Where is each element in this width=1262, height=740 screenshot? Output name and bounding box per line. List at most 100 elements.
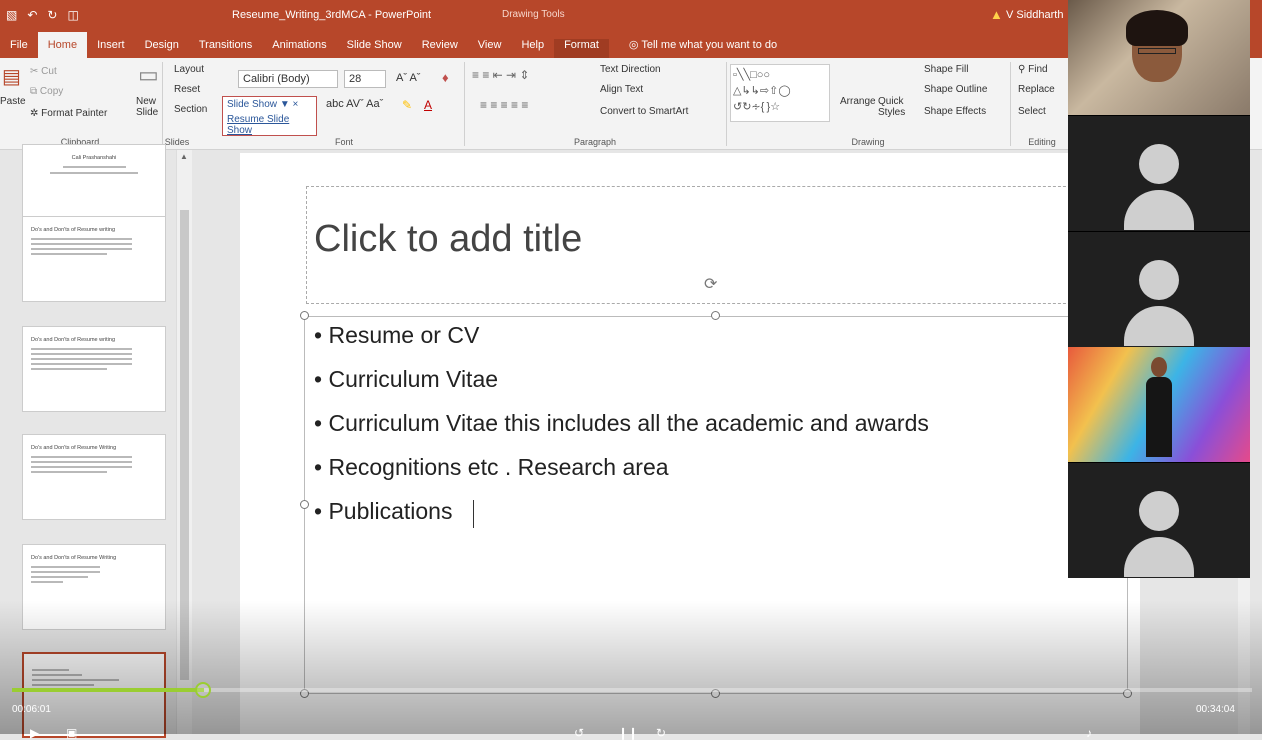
participant-video-tile[interactable]: [1068, 0, 1250, 115]
paragraph-group: ≡ ≡ ⇤ ⇥ ⇕ ≡ ≡ ≡ ≡ ≡ Text Direction Align…: [466, 58, 724, 150]
quick-styles-button[interactable]: Quick Styles: [878, 96, 912, 118]
participant-avatar-tile[interactable]: [1068, 232, 1250, 347]
alignment-buttons[interactable]: ≡ ≡ ≡ ≡ ≡: [480, 98, 528, 112]
popup-header-text: Slide Show: [227, 99, 278, 110]
editing-group-label: Editing: [1028, 137, 1056, 147]
convert-smartart-button[interactable]: Convert to SmartArt: [600, 106, 688, 117]
pause-icon[interactable]: ❙❙: [618, 726, 638, 740]
thumbnail-title: Do's and Don'ts of Resume writing: [31, 227, 116, 233]
tell-me-text: Tell me what you want to do: [641, 39, 778, 51]
undo-icon[interactable]: ↶: [27, 8, 37, 22]
present-icon[interactable]: ◫: [67, 8, 78, 22]
replace-button[interactable]: Replace: [1018, 84, 1055, 95]
new-slide-icon[interactable]: ▭: [138, 62, 159, 88]
thumbnail-title: Do's and Don'ts of Resume Writing: [31, 445, 117, 451]
resize-handle[interactable]: [300, 500, 309, 509]
drawing-group-label: Drawing: [851, 137, 885, 147]
section-button[interactable]: Section: [174, 104, 207, 115]
bullet-text: Curriculum Vitae this includes all the a…: [328, 410, 929, 436]
tab-design[interactable]: Design: [135, 39, 189, 58]
fullscreen-icon[interactable]: ▣: [66, 726, 77, 740]
slide-thumbnail[interactable]: Do's and Don'ts of Resume writing: [22, 216, 166, 302]
font-format-buttons[interactable]: abc AVˇ Aaˇ: [326, 98, 383, 110]
total-time: 00:34:04: [1196, 704, 1235, 715]
scroll-up-icon[interactable]: ▲: [180, 152, 188, 161]
highlight-color-icon[interactable]: ✎: [402, 98, 412, 112]
thumbnail-title: Do's and Don'ts of Resume Writing: [31, 555, 117, 561]
user-name[interactable]: V Siddharth: [1006, 9, 1063, 21]
clear-formatting-icon[interactable]: ♦: [442, 70, 449, 85]
font-color-icon[interactable]: A: [424, 98, 432, 112]
tab-file[interactable]: File: [0, 39, 38, 58]
bullet-item[interactable]: • Publications: [314, 498, 452, 525]
context-tab-group-label: Drawing Tools: [502, 9, 565, 20]
tab-transitions[interactable]: Transitions: [189, 39, 262, 58]
bullet-item[interactable]: • Curriculum Vitae this includes all the…: [314, 410, 929, 437]
find-button[interactable]: ⚲ Find: [1018, 64, 1048, 75]
arrange-button[interactable]: Arrange: [840, 96, 876, 107]
cut-button[interactable]: ✂ Cut: [30, 66, 57, 77]
resize-handle[interactable]: [300, 311, 309, 320]
bullet-text: Recognitions etc . Research area: [328, 454, 669, 480]
bullet-item[interactable]: • Curriculum Vitae: [314, 366, 498, 393]
tab-help[interactable]: Help: [511, 39, 554, 58]
redo-icon[interactable]: ↻: [47, 8, 57, 22]
new-slide-button[interactable]: New Slide: [136, 96, 176, 118]
tab-slide-show[interactable]: Slide Show: [337, 39, 412, 58]
layout-button[interactable]: Layout: [174, 64, 204, 75]
font-size-select[interactable]: 28: [344, 70, 386, 88]
bullet-item[interactable]: • Resume or CV: [314, 322, 479, 349]
resume-slide-show-link[interactable]: Resume Slide Show: [223, 112, 316, 138]
avatar-body-icon: [1124, 306, 1194, 346]
rotate-handle-icon[interactable]: ⟳: [704, 274, 717, 294]
paste-button[interactable]: Paste: [0, 96, 26, 107]
glasses-icon: [1138, 48, 1176, 54]
seek-knob[interactable]: [195, 682, 211, 698]
slide-thumbnail[interactable]: Do's and Don'ts of Resume writing: [22, 326, 166, 412]
divider: [726, 62, 727, 146]
participant-avatar-tile[interactable]: [1068, 463, 1250, 578]
slide-thumbnail[interactable]: Do's and Don'ts of Resume Writing: [22, 434, 166, 520]
thumbnail-title: Do's and Don'ts of Resume writing: [31, 337, 116, 343]
tab-review[interactable]: Review: [412, 39, 468, 58]
reset-button[interactable]: Reset: [174, 84, 200, 95]
rewind-icon[interactable]: ↺: [574, 726, 584, 740]
current-time: 00:06:01: [12, 704, 51, 715]
shape-outline-button[interactable]: Shape Outline: [924, 84, 987, 95]
paste-icon[interactable]: ▤: [2, 64, 21, 89]
list-buttons[interactable]: ≡ ≡ ⇤ ⇥ ⇕: [472, 68, 530, 82]
forward-icon[interactable]: ↻: [656, 726, 666, 740]
shapes-gallery[interactable]: ▫╲╲□○○ △↳↳⇨⇧◯ ↺↻∻{ }☆: [730, 64, 830, 122]
font-name-select[interactable]: Calibri (Body): [238, 70, 338, 88]
participant-video-tile[interactable]: [1068, 347, 1250, 462]
tell-me-search[interactable]: ◎ Tell me what you want to do: [629, 38, 777, 58]
shape-effects-button[interactable]: Shape Effects: [924, 106, 986, 117]
volume-icon[interactable]: ♪: [1086, 726, 1092, 740]
close-icon[interactable]: ×: [293, 99, 299, 110]
copy-button[interactable]: ⧉ Copy: [30, 86, 63, 97]
text-direction-button[interactable]: Text Direction: [600, 64, 661, 75]
select-button[interactable]: Select: [1018, 106, 1046, 117]
shape-fill-button[interactable]: Shape Fill: [924, 64, 968, 75]
dropdown-icon[interactable]: ▼: [280, 99, 290, 110]
tab-home[interactable]: Home: [37, 32, 88, 58]
avatar-head-icon: [1139, 260, 1179, 300]
resize-handle[interactable]: [711, 311, 720, 320]
copy-label: Copy: [39, 86, 64, 97]
tab-animations[interactable]: Animations: [262, 39, 336, 58]
participant-avatar-tile[interactable]: [1068, 116, 1250, 231]
play-icon[interactable]: ▶: [30, 726, 39, 740]
save-icon[interactable]: ▧: [6, 8, 17, 22]
warning-icon[interactable]: ▲: [990, 7, 1003, 22]
title-placeholder-text[interactable]: Click to add title: [314, 218, 582, 261]
paragraph-group-label: Paragraph: [573, 137, 617, 147]
format-painter-button[interactable]: ✲ Format Painter: [30, 108, 107, 119]
font-grow-shrink-buttons[interactable]: Aˇ Aˇ: [396, 72, 420, 84]
tab-format[interactable]: Format: [554, 39, 609, 58]
avatar-body-icon: [1124, 537, 1194, 577]
cut-label: Cut: [41, 66, 57, 77]
bullet-item[interactable]: • Recognitions etc . Research area: [314, 454, 669, 481]
align-text-button[interactable]: Align Text: [600, 84, 643, 95]
tab-insert[interactable]: Insert: [87, 39, 135, 58]
tab-view[interactable]: View: [468, 39, 512, 58]
